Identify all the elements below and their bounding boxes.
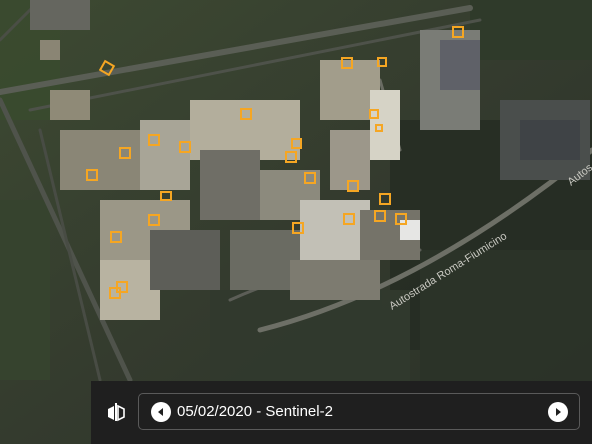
satellite-map[interactable]: Autostrada Roma-Fiumicino Autos (0, 0, 592, 444)
compare-button[interactable] (101, 397, 131, 427)
compare-split-icon (108, 403, 125, 422)
date-selector: 05/02/2020 - Sentinel-2 (138, 393, 580, 430)
next-date-button[interactable] (548, 402, 568, 422)
previous-date-button[interactable] (151, 402, 171, 422)
chevron-right-icon (556, 408, 561, 416)
date-label[interactable]: 05/02/2020 - Sentinel-2 (177, 403, 333, 420)
chevron-left-icon (158, 408, 163, 416)
